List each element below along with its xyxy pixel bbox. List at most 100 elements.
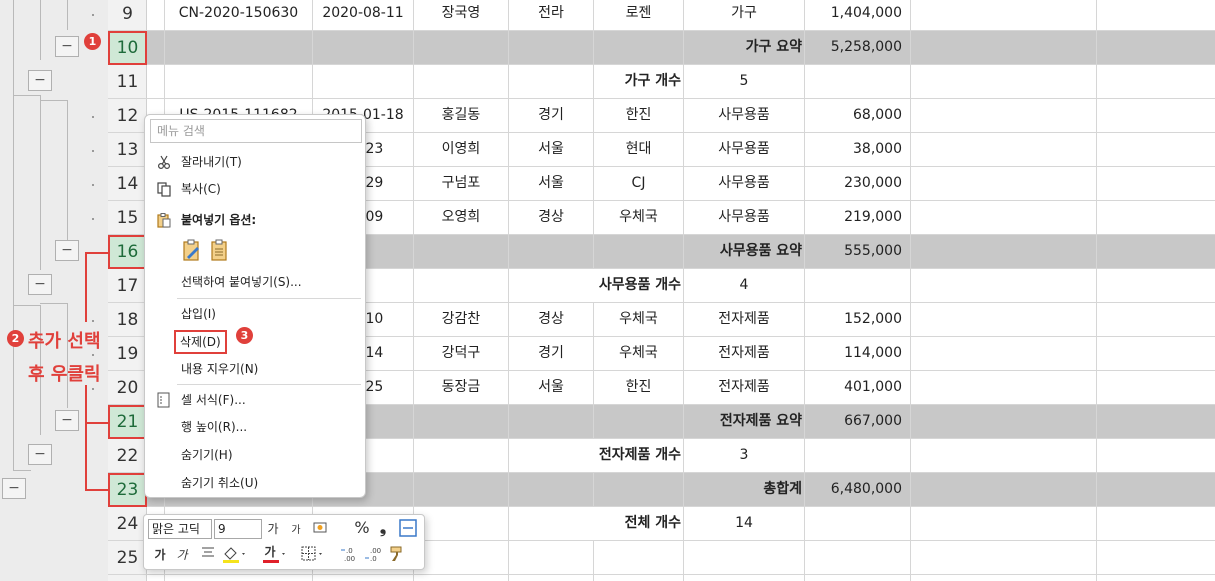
grid-cell[interactable] bbox=[911, 201, 1097, 235]
grow-font-button[interactable]: 가 bbox=[266, 520, 280, 538]
grid-cell[interactable] bbox=[414, 269, 509, 303]
menu-item-delete[interactable]: 삭제(D) bbox=[145, 329, 365, 355]
shrink-font-button[interactable]: 가 bbox=[290, 522, 302, 540]
grid-cell[interactable]: 동장금 bbox=[414, 371, 509, 405]
align-center-icon[interactable] bbox=[200, 545, 216, 566]
grid-cell[interactable]: 가구 bbox=[684, 0, 805, 31]
italic-button[interactable]: 가 bbox=[176, 546, 188, 564]
grid-cell[interactable] bbox=[911, 337, 1097, 371]
menu-search-input[interactable]: 메뉴 검색 bbox=[150, 119, 362, 143]
grid-cell[interactable] bbox=[805, 439, 911, 473]
collapse-button[interactable]: − bbox=[55, 410, 79, 431]
summary-label[interactable]: 전자제품 요약 bbox=[684, 405, 805, 439]
count-value[interactable]: 5 bbox=[684, 65, 805, 99]
grid-cell[interactable] bbox=[594, 541, 684, 575]
grid-cell[interactable] bbox=[594, 235, 684, 269]
grid-cell[interactable] bbox=[509, 405, 594, 439]
grid-cell[interactable] bbox=[313, 31, 414, 65]
grid-cell[interactable] bbox=[414, 31, 509, 65]
grid-cell[interactable]: 2020-08-11 bbox=[313, 0, 414, 31]
grid-cell[interactable] bbox=[594, 405, 684, 439]
grid-cell[interactable]: 경기 bbox=[509, 99, 594, 133]
font-size-select[interactable]: 9 bbox=[214, 519, 262, 539]
count-label[interactable]: 전자제품 개수 bbox=[509, 439, 684, 473]
grid-cell[interactable] bbox=[165, 31, 313, 65]
paste-icon[interactable] bbox=[209, 237, 231, 263]
grid-cell[interactable]: 홍길동 bbox=[414, 99, 509, 133]
grid-cell[interactable]: 구넘포 bbox=[414, 167, 509, 201]
grid-cell[interactable] bbox=[684, 541, 805, 575]
grid-cell[interactable] bbox=[313, 575, 414, 581]
grid-cell[interactable]: 전자제품 bbox=[684, 303, 805, 337]
grid-cell[interactable] bbox=[911, 235, 1097, 269]
grid-cell[interactable] bbox=[911, 439, 1097, 473]
grid-cell[interactable] bbox=[911, 303, 1097, 337]
grid-cell[interactable]: 오영희 bbox=[414, 201, 509, 235]
comma-style-button[interactable]: ❟ bbox=[376, 519, 390, 537]
grid-cell[interactable]: 장국영 bbox=[414, 0, 509, 31]
collapse-button[interactable]: − bbox=[2, 478, 26, 499]
summary-label[interactable]: 총합계 bbox=[684, 473, 805, 507]
decrease-decimal-icon[interactable]: .00.0 bbox=[364, 545, 382, 570]
row-header[interactable]: 17 bbox=[108, 269, 147, 303]
count-label[interactable]: 전체 개수 bbox=[509, 507, 684, 541]
grid-cell[interactable] bbox=[414, 541, 509, 575]
summary-value[interactable]: 555,000 bbox=[805, 235, 911, 269]
grid-cell[interactable]: 우체국 bbox=[594, 337, 684, 371]
grid-cell[interactable]: 현대 bbox=[594, 133, 684, 167]
grid-cell[interactable] bbox=[805, 541, 911, 575]
grid-cell[interactable] bbox=[414, 473, 509, 507]
summary-label[interactable]: 가구 요약 bbox=[684, 31, 805, 65]
grid-cell[interactable] bbox=[165, 575, 313, 581]
merge-center-icon[interactable] bbox=[399, 519, 417, 542]
grid-cell[interactable]: 전자제품 bbox=[684, 371, 805, 405]
collapse-button[interactable]: − bbox=[55, 36, 79, 57]
grid-cell[interactable] bbox=[165, 65, 313, 99]
collapse-button[interactable]: − bbox=[28, 444, 52, 465]
grid-cell[interactable]: 114,000 bbox=[805, 337, 911, 371]
grid-cell[interactable]: 서울 bbox=[509, 371, 594, 405]
grid-cell[interactable] bbox=[805, 65, 911, 99]
grid-cell[interactable] bbox=[911, 507, 1097, 541]
grid-cell[interactable]: 38,000 bbox=[805, 133, 911, 167]
grid-cell[interactable] bbox=[414, 575, 509, 581]
grid-cell[interactable]: 우체국 bbox=[594, 303, 684, 337]
increase-decimal-icon[interactable]: .0.00 bbox=[340, 545, 358, 570]
count-value[interactable]: 4 bbox=[684, 269, 805, 303]
grid-cell[interactable] bbox=[414, 439, 509, 473]
grid-cell[interactable] bbox=[509, 473, 594, 507]
grid-cell[interactable] bbox=[147, 65, 165, 99]
row-header[interactable]: 25 bbox=[108, 541, 147, 575]
row-header[interactable]: 18 bbox=[108, 303, 147, 337]
grid-cell[interactable]: 219,000 bbox=[805, 201, 911, 235]
grid-cell[interactable]: 경상 bbox=[509, 201, 594, 235]
paste-formatting-icon[interactable] bbox=[181, 237, 203, 263]
count-label[interactable]: 가구 개수 bbox=[594, 65, 684, 99]
grid-cell[interactable]: CJ bbox=[594, 167, 684, 201]
collapse-button[interactable]: − bbox=[28, 274, 52, 295]
row-header-selected[interactable]: 10 bbox=[108, 31, 147, 65]
grid-cell[interactable] bbox=[911, 133, 1097, 167]
grid-cell[interactable] bbox=[414, 507, 509, 541]
grid-cell[interactable] bbox=[313, 65, 414, 99]
grid-cell[interactable] bbox=[414, 235, 509, 269]
grid-cell[interactable] bbox=[414, 65, 509, 99]
menu-item-copy[interactable]: 복사(C) bbox=[145, 176, 365, 202]
row-header[interactable]: 9 bbox=[108, 0, 147, 31]
grid-cell[interactable] bbox=[594, 575, 684, 581]
row-header[interactable]: 14 bbox=[108, 167, 147, 201]
grid-cell[interactable]: 한진 bbox=[594, 371, 684, 405]
grid-cell[interactable] bbox=[911, 269, 1097, 303]
grid-cell[interactable] bbox=[911, 575, 1097, 581]
grid-cell[interactable] bbox=[911, 65, 1097, 99]
grid-cell[interactable]: 로젠 bbox=[594, 0, 684, 31]
grid-cell[interactable]: 1,404,000 bbox=[805, 0, 911, 31]
grid-cell[interactable] bbox=[414, 405, 509, 439]
grid-cell[interactable] bbox=[805, 507, 911, 541]
borders-icon[interactable] bbox=[300, 545, 326, 568]
grid-cell[interactable] bbox=[684, 575, 805, 581]
grid-cell[interactable]: 230,000 bbox=[805, 167, 911, 201]
grid-cell[interactable]: 강감찬 bbox=[414, 303, 509, 337]
row-header[interactable]: 12 bbox=[108, 99, 147, 133]
menu-item-unhide[interactable]: 숨기기 취소(U) bbox=[145, 470, 365, 496]
